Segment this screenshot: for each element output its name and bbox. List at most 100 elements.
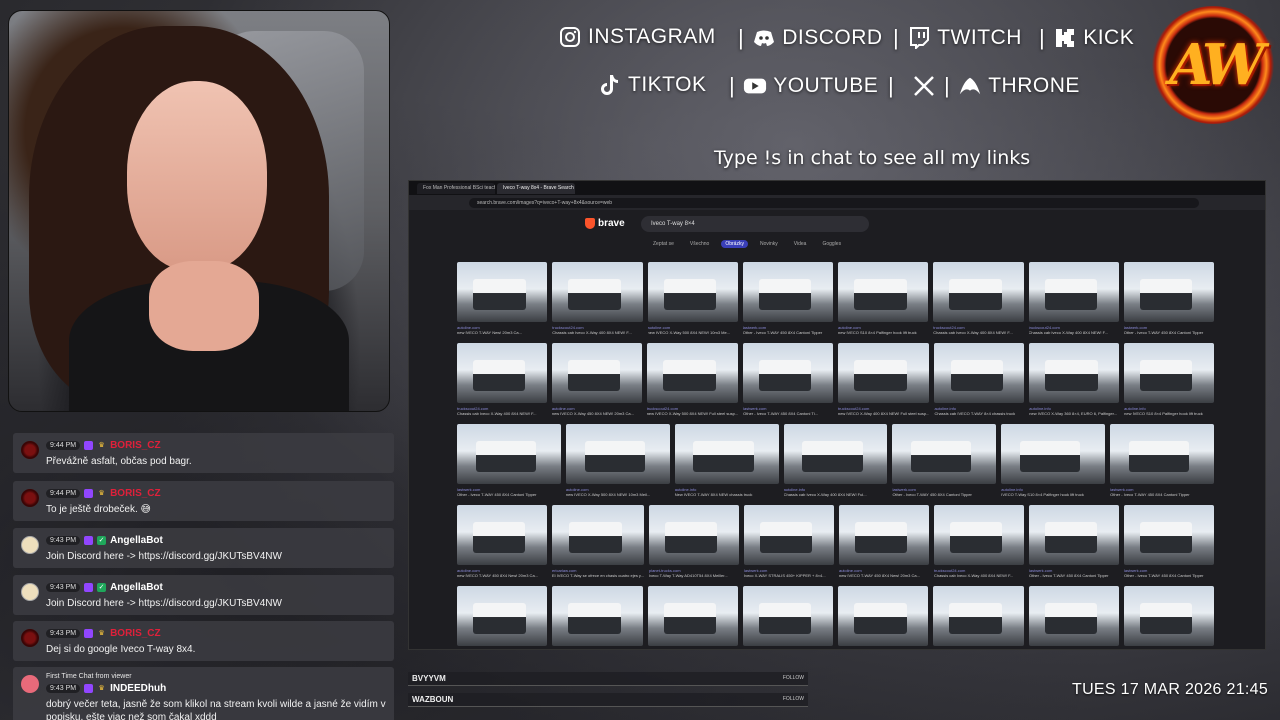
- twitch-badge-icon: [84, 629, 94, 638]
- image-result[interactable]: autoline.info Chassis cab Iveco X-Way 400…: [783, 424, 888, 505]
- image-result[interactable]: lastwerk.com Other - Iveco T-WAY 450 8X4 …: [1123, 505, 1214, 586]
- message-time: 9:43 PM: [46, 536, 81, 545]
- image-result[interactable]: autoline.com new IVECO S10 8×4 Palfinger …: [838, 262, 929, 343]
- chat-message-header: 9:44 PM ♛ BORIS_CZ: [46, 488, 161, 499]
- chat-username[interactable]: BORIS_CZ: [110, 488, 161, 499]
- image-result[interactable]: autoline.info IVECO T-Way S10 8×4 Palfing…: [1001, 424, 1106, 505]
- brave-logo[interactable]: brave: [585, 218, 625, 229]
- chat-username[interactable]: INDEEDhuh: [110, 683, 166, 694]
- throne-icon: [958, 74, 982, 98]
- image-caption: Chassis cab Iveco X-Way 400 8X4 NEW! F..…: [1028, 330, 1108, 335]
- follower-name: BVYYVM: [412, 674, 446, 683]
- truck-image-thumbnail: [1123, 505, 1214, 565]
- image-result[interactable]: lastwerk.com Iveco X-WAY STRALIS 450+ KIP…: [743, 505, 834, 586]
- image-result[interactable]: lastwerk.com Other - Iveco T-WAY 450 8X4 …: [457, 424, 561, 505]
- discord-icon: [752, 26, 776, 50]
- image-caption: IVECO T-Way S10 8×4 Palfinger hook lift …: [1001, 492, 1084, 497]
- image-result[interactable]: truckscout24.com Chassis cab Iveco X-Way …: [933, 262, 1024, 343]
- logo-text: AW: [1169, 32, 1265, 98]
- crown-badge-icon: ♛: [98, 442, 105, 449]
- search-nav-tab[interactable]: Videa: [790, 240, 811, 248]
- image-result[interactable]: truckscout24.com new IVECO X-Way 400 8X4 …: [837, 343, 930, 424]
- browser-tab-bar: Fox Man Professional BSci teaches... Ive…: [409, 181, 1265, 195]
- twitch-badge-icon: [84, 536, 94, 545]
- chat-message-header: 9:43 PM ♛ INDEEDhuh: [46, 683, 166, 694]
- image-results-row: autoline.com new IVECO T-WAY New! 20m3 Ca…: [457, 262, 1214, 343]
- browser-tab[interactable]: Fox Man Professional BSci teaches...: [417, 182, 495, 194]
- search-input[interactable]: Iveco T-way 8×4: [641, 216, 869, 232]
- search-nav-tab[interactable]: Novinky: [756, 240, 782, 248]
- social-separator: |: [888, 73, 895, 98]
- social-x: |: [888, 73, 942, 99]
- image-result[interactable]: autoline.com new IVECO X-Way 500 8X4 NEW!…: [565, 424, 670, 505]
- search-nav-tab[interactable]: Obrázky: [721, 240, 748, 248]
- truck-image-thumbnail: [742, 262, 833, 322]
- image-result[interactable]: autoline.com new IVECO X-Way 500 8X4 NEW!…: [647, 262, 738, 343]
- browser-url[interactable]: search.brave.com/images?q=iveco+T-way+8x…: [469, 197, 1199, 208]
- image-result[interactable]: autoline.com new IVECO T-WAY 450 8X4 New!…: [457, 505, 547, 586]
- image-result[interactable]: [1028, 586, 1119, 649]
- chat-username[interactable]: BORIS_CZ: [110, 440, 161, 451]
- image-result[interactable]: truckscout24.com Chassis cab Iveco X-Way …: [552, 262, 643, 343]
- image-result[interactable]: autoline.info New IVECO T-WAY 8X4 NEW cha…: [674, 424, 779, 505]
- follow-alert: BVYYVM FOLLOW: [408, 672, 808, 686]
- truck-image-thumbnail: [1001, 424, 1106, 484]
- truck-image-thumbnail: [457, 343, 547, 403]
- image-result[interactable]: [457, 586, 548, 649]
- image-result[interactable]: lastwerk.com Other - Iveco T-WAY 450 8X4 …: [892, 424, 997, 505]
- image-result[interactable]: autoline.com new IVECO T-WAY New! 20m3 Ca…: [457, 262, 548, 343]
- user-avatar: [21, 489, 39, 507]
- image-result[interactable]: [1123, 586, 1214, 649]
- image-result[interactable]: lastwerk.com Other - Iveco T-WAY 450 8X4 …: [743, 343, 833, 424]
- user-avatar: [21, 583, 39, 601]
- truck-image-thumbnail: [933, 262, 1024, 322]
- image-result[interactable]: truckscout24.com Chassis cab Iveco X-Way …: [457, 343, 547, 424]
- image-result[interactable]: [933, 586, 1024, 649]
- image-result[interactable]: [838, 586, 929, 649]
- social-label-tiktok: TIKTOK: [628, 73, 707, 96]
- social-separator: |: [1039, 25, 1046, 50]
- message-time: 9:44 PM: [46, 441, 81, 450]
- chat-message-header: 9:43 PM ✓ AngellaBot: [46, 582, 163, 593]
- chat-message-header: 9:44 PM ♛ BORIS_CZ: [46, 440, 161, 451]
- image-result[interactable]: lastwerk.com Other - Iveco T-WAY 450 8X4 …: [1123, 262, 1214, 343]
- image-result[interactable]: truckscout24.com Chassis cab Iveco X-Way …: [1028, 262, 1119, 343]
- image-result[interactable]: planet-trucks.com Iveco T-Way T-Way AD410…: [648, 505, 739, 586]
- chat-username[interactable]: AngellaBot: [110, 582, 163, 593]
- image-caption: new IVECO T-WAY 450 8X4 New! 20m3 Ca...: [457, 573, 538, 578]
- image-result[interactable]: lastwerk.com Other - Iveco T-WAY 450 8X4 …: [1110, 424, 1215, 505]
- image-result[interactable]: autoline.com new IVECO T-WAY 450 8X4 New!…: [838, 505, 929, 586]
- image-caption: new IVECO T-WAY New! 20m3 Ca...: [457, 330, 522, 335]
- image-result[interactable]: autoline.info Chassis cab IVECO T-WAY 8×4…: [934, 343, 1025, 424]
- truck-image-thumbnail: [1123, 262, 1214, 322]
- chat-message: 9:43 PM ♛ BORIS_CZ Dej si do google Iveco T…: [13, 621, 394, 661]
- social-separator: |: [893, 25, 900, 50]
- chat-username[interactable]: AngellaBot: [110, 535, 163, 546]
- browser-tab-active[interactable]: Iveco T-way 8x4 - Brave Search: [497, 182, 575, 194]
- image-result[interactable]: ericarlaw.com El IVECO T-Way se ofrece en…: [552, 505, 644, 586]
- image-result[interactable]: autoline.info new IVECO S10 8×4 Palfinger…: [1124, 343, 1214, 424]
- image-result[interactable]: [552, 586, 643, 649]
- webcam-feed: [8, 10, 390, 412]
- image-caption: Other - Iveco T-WAY 450 8X4 Cantoni Tipp…: [742, 330, 823, 335]
- image-result[interactable]: autoline.info new IVECO X-Way 360 8×4, EU…: [1029, 343, 1120, 424]
- search-nav-tab[interactable]: Všechno: [686, 240, 713, 248]
- image-caption: new IVECO X-Way 500 8X4 NEW! Full steel …: [646, 411, 739, 416]
- image-result[interactable]: lastwerk.com Other - Iveco T-WAY 450 8X4 …: [1028, 505, 1119, 586]
- image-caption: new IVECO T-WAY 450 8X4 New! 20m3 Ca...: [838, 573, 920, 578]
- search-nav-tab[interactable]: Goggles: [818, 240, 845, 248]
- image-result[interactable]: truckscout24.com Chassis cab Iveco X-Way …: [933, 505, 1024, 586]
- truck-image-thumbnail: [1028, 505, 1119, 565]
- image-result[interactable]: autoline.com new IVECO X-Way 450 8X4 NEW!…: [551, 343, 642, 424]
- image-result[interactable]: lastwerk.com Other - Iveco T-WAY 450 8X4 …: [742, 262, 833, 343]
- search-nav-tab[interactable]: Zeptat se: [649, 240, 678, 248]
- image-result[interactable]: truckscout24.com new IVECO X-Way 500 8X4 …: [646, 343, 739, 424]
- social-youtube: | YOUTUBE: [729, 73, 878, 99]
- image-caption: new IVECO X-Way 400 8X4 NEW! Full steel …: [837, 411, 930, 416]
- image-result[interactable]: [742, 586, 833, 649]
- image-caption: Other - Iveco T-WAY 450 8X4 Cantoni Ti..…: [743, 411, 818, 416]
- truck-image-thumbnail: [457, 505, 547, 565]
- image-result[interactable]: [647, 586, 738, 649]
- follower-name: WAZBOUN: [412, 695, 454, 704]
- chat-username[interactable]: BORIS_CZ: [110, 628, 161, 639]
